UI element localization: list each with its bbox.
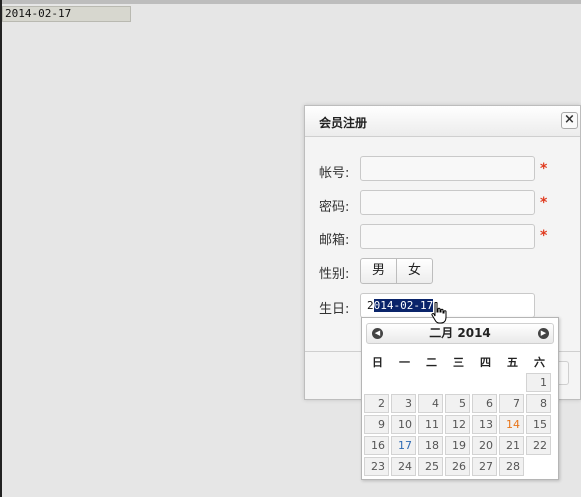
calendar-day[interactable]: 4 <box>418 394 443 413</box>
email-label: 邮箱: <box>319 233 350 248</box>
weekday-sat: 六 <box>534 356 545 369</box>
account-label: 帐号: <box>319 166 350 181</box>
birthday-prefix: 2 <box>367 299 374 312</box>
calendar-day[interactable]: 27 <box>472 457 497 476</box>
date-picker: 二月 2014 ◀ ▶ 日 一 二 三 四 五 六 1 2 3 4 5 6 7 8 9 10 11 1… <box>361 317 559 480</box>
calendar-day[interactable]: 22 <box>526 436 551 455</box>
calendar-day[interactable]: 23 <box>364 457 389 476</box>
account-required-mark: * <box>540 161 548 177</box>
password-input[interactable] <box>360 190 535 215</box>
calendar-day[interactable]: 1 <box>526 373 551 392</box>
calendar-day[interactable]: 28 <box>499 457 524 476</box>
calendar-day[interactable]: 26 <box>445 457 470 476</box>
left-border <box>0 0 2 497</box>
calendar-day[interactable]: 12 <box>445 415 470 434</box>
calendar-day[interactable]: 11 <box>418 415 443 434</box>
calendar-day[interactable]: 20 <box>472 436 497 455</box>
top-border <box>0 0 581 4</box>
calendar-day[interactable]: 18 <box>418 436 443 455</box>
calendar-day[interactable]: 16 <box>364 436 389 455</box>
calendar-day[interactable]: 25 <box>418 457 443 476</box>
weekday-tue: 二 <box>426 356 437 369</box>
gender-female-button[interactable]: 女 <box>396 259 432 283</box>
calendar-day[interactable]: 21 <box>499 436 524 455</box>
calendar-day[interactable]: 8 <box>526 394 551 413</box>
calendar-day[interactable]: 5 <box>445 394 470 413</box>
email-required-mark: * <box>540 228 548 244</box>
calendar-month-title: 二月 2014 <box>429 326 491 340</box>
weekday-row: 日 一 二 三 四 五 六 <box>364 354 553 370</box>
weekday-fri: 五 <box>507 356 518 369</box>
close-button[interactable]: × <box>561 112 578 129</box>
calendar-day[interactable]: 19 <box>445 436 470 455</box>
calendar-day[interactable]: 15 <box>526 415 551 434</box>
email-input[interactable] <box>360 224 535 249</box>
calendar-header: 二月 2014 ◀ ▶ <box>366 323 554 344</box>
gender-male-button[interactable]: 男 <box>361 259 396 283</box>
calendar-day[interactable]: 7 <box>499 394 524 413</box>
calendar-day[interactable]: 6 <box>472 394 497 413</box>
hand-cursor-icon <box>431 302 447 324</box>
weekday-sun: 日 <box>372 356 383 369</box>
dialog-title: 会员注册 <box>319 116 368 130</box>
calendar-day[interactable]: 14 <box>499 415 524 434</box>
birthday-selected-text: 014-02-17 <box>373 299 434 312</box>
calendar-day[interactable]: 13 <box>472 415 497 434</box>
password-required-mark: * <box>540 195 548 211</box>
calendar-day[interactable]: 17 <box>391 436 416 455</box>
calendar-day[interactable]: 9 <box>364 415 389 434</box>
weekday-wed: 三 <box>453 356 464 369</box>
gender-label: 性别: <box>319 267 350 282</box>
dialog-header: 会员注册 × <box>305 106 580 137</box>
calendar-day[interactable]: 10 <box>391 415 416 434</box>
date-display: 2014-02-17 <box>2 6 131 22</box>
prev-month-icon[interactable]: ◀ <box>372 328 383 339</box>
gender-toggle: 男 女 <box>360 258 433 284</box>
account-input[interactable] <box>360 156 535 181</box>
calendar-day[interactable]: 24 <box>391 457 416 476</box>
weekday-thu: 四 <box>480 356 491 369</box>
password-label: 密码: <box>319 200 350 215</box>
calendar-day[interactable]: 3 <box>391 394 416 413</box>
calendar-day[interactable]: 2 <box>364 394 389 413</box>
weekday-mon: 一 <box>399 356 410 369</box>
birthday-label: 生日: <box>319 302 350 317</box>
next-month-icon[interactable]: ▶ <box>538 328 549 339</box>
